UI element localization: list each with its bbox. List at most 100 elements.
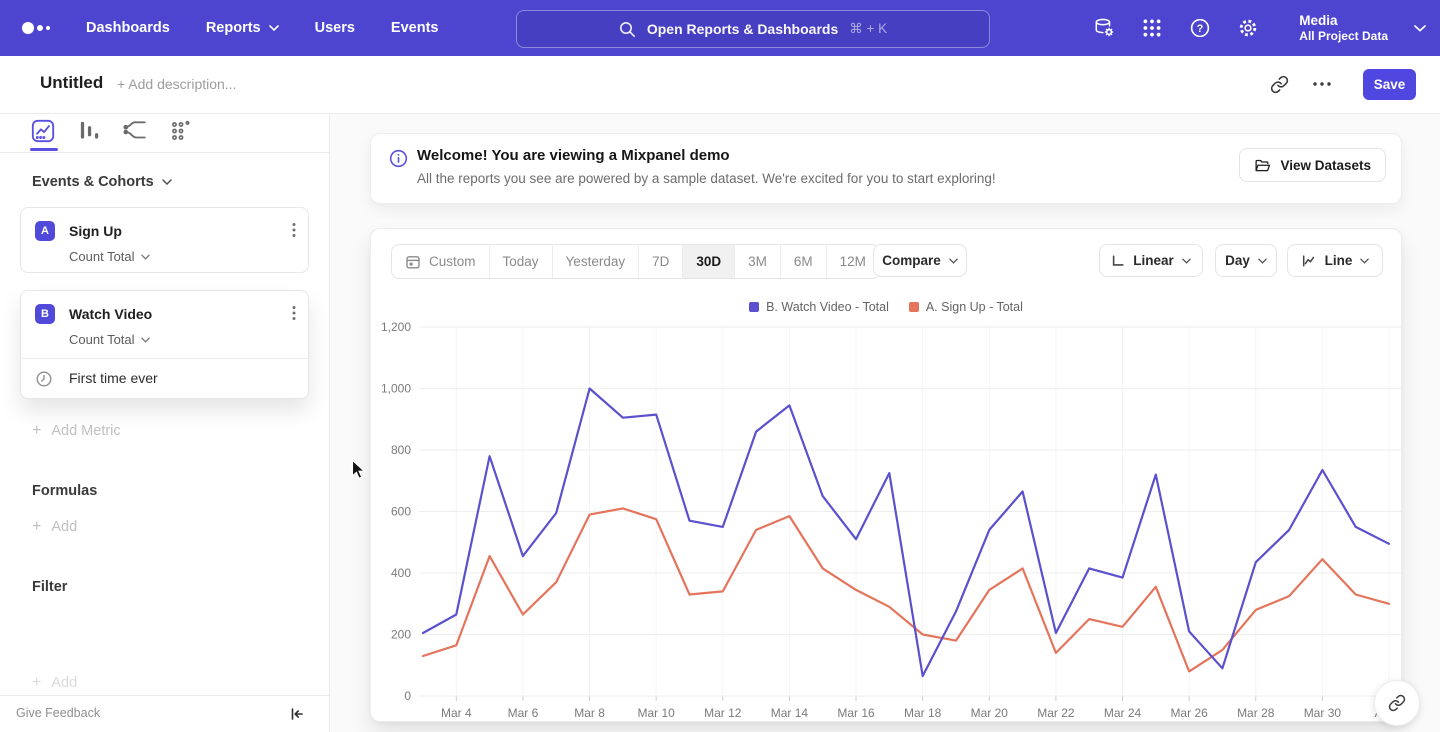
add-metric-label: Add Metric xyxy=(51,423,120,439)
range-30d[interactable]: 30D xyxy=(682,245,734,278)
x-tick-label: Mar 24 xyxy=(1104,706,1142,720)
formulas-label: Formulas xyxy=(32,483,97,499)
range-12m[interactable]: 12M xyxy=(826,245,879,278)
chevron-down-icon xyxy=(1258,258,1267,264)
legend-watch-video[interactable]: B. Watch Video - Total xyxy=(749,300,889,314)
nav-dashboards[interactable]: Dashboards xyxy=(86,20,170,36)
tab-funnels-icon[interactable] xyxy=(76,118,102,144)
aggregation-label: Count Total xyxy=(69,249,135,264)
info-icon xyxy=(389,149,408,168)
interval-selector-button[interactable]: Day xyxy=(1215,244,1277,277)
chevron-down-icon xyxy=(949,258,958,264)
calendar-icon xyxy=(405,254,421,270)
range-7d[interactable]: 7D xyxy=(638,245,682,278)
metric-badge-b: B xyxy=(35,304,55,324)
aggregation-selector[interactable]: Count Total xyxy=(69,249,150,264)
metric-card-watch-video[interactable]: B Watch Video Count Total First time eve… xyxy=(20,290,309,399)
x-tick-label: Mar 8 xyxy=(574,706,605,720)
chart-type-selector-button[interactable]: Line xyxy=(1287,244,1383,277)
active-tab-indicator xyxy=(30,148,58,151)
range-6m[interactable]: 6M xyxy=(780,245,826,278)
global-search-input[interactable]: Open Reports & Dashboards ⌘ + K xyxy=(516,10,990,48)
legend-swatch xyxy=(749,302,759,312)
metric-name: Sign Up xyxy=(69,223,122,239)
report-type-tabs xyxy=(0,114,329,153)
data-management-icon[interactable] xyxy=(1093,17,1115,39)
collapse-sidebar-icon[interactable] xyxy=(289,706,305,722)
report-title[interactable]: Untitled xyxy=(40,73,103,93)
metric-menu-icon[interactable] xyxy=(292,222,296,238)
legend-sign-up[interactable]: A. Sign Up - Total xyxy=(909,300,1023,314)
logo-dot xyxy=(46,26,50,30)
view-datasets-button[interactable]: View Datasets xyxy=(1239,148,1386,182)
apps-grid-icon[interactable] xyxy=(1141,17,1163,39)
metric-card-sign-up[interactable]: A Sign Up Count Total xyxy=(20,207,309,273)
y-tick-label: 1,000 xyxy=(381,382,411,396)
first-time-ever-label: First time ever xyxy=(69,370,158,386)
tab-flows-icon[interactable] xyxy=(122,118,148,144)
plus-icon: + xyxy=(32,520,41,534)
scale-selector-button[interactable]: Linear xyxy=(1099,244,1203,277)
logo-dot xyxy=(22,22,34,34)
svg-text:?: ? xyxy=(1197,23,1204,35)
events-cohorts-label: Events & Cohorts xyxy=(32,174,154,190)
x-tick-label: Mar 6 xyxy=(508,706,539,720)
add-metric-button[interactable]: + Add Metric xyxy=(32,423,121,439)
metric-name: Watch Video xyxy=(69,306,152,322)
x-tick-label: Mar 16 xyxy=(837,706,875,720)
banner-subtitle: All the reports you see are powered by a… xyxy=(417,171,996,186)
give-feedback-link[interactable]: Give Feedback xyxy=(16,706,100,720)
add-formula-label: Add xyxy=(51,519,77,535)
link-icon xyxy=(1388,694,1406,712)
copy-link-icon[interactable] xyxy=(1270,75,1289,94)
help-icon[interactable]: ? xyxy=(1189,17,1211,39)
nav-users[interactable]: Users xyxy=(315,20,355,36)
query-builder-sidebar: Events & Cohorts A Sign Up Count Total B… xyxy=(0,114,330,732)
events-cohorts-header[interactable]: Events & Cohorts xyxy=(32,174,172,190)
plus-icon: + xyxy=(32,424,41,438)
range-label: Custom xyxy=(429,254,476,269)
line-chart[interactable]: Mar 4Mar 6Mar 8Mar 10Mar 12Mar 14Mar 16M… xyxy=(377,319,1403,721)
range-custom[interactable]: Custom xyxy=(392,245,489,278)
chart-legend: B. Watch Video - Total A. Sign Up - Tota… xyxy=(371,300,1401,314)
x-tick-label: Mar 4 xyxy=(441,706,472,720)
chart-panel: Custom Today Yesterday 7D 30D 3M 6M 12M … xyxy=(370,228,1402,722)
add-filter-button[interactable]: + Add xyxy=(32,675,77,691)
plus-icon: + xyxy=(32,676,41,690)
compare-button[interactable]: Compare xyxy=(873,244,967,277)
nav-reports[interactable]: Reports xyxy=(206,20,279,36)
more-options-icon[interactable] xyxy=(1313,82,1331,86)
scale-label: Linear xyxy=(1133,253,1174,268)
aggregation-selector[interactable]: Count Total xyxy=(69,332,150,347)
clock-icon xyxy=(35,370,53,388)
top-navbar: Dashboards Reports Users Events Open Rep… xyxy=(0,0,1440,56)
settings-gear-icon[interactable] xyxy=(1237,17,1259,39)
range-3m[interactable]: 3M xyxy=(734,245,780,278)
tab-retention-icon[interactable] xyxy=(168,118,194,144)
chevron-down-icon xyxy=(1182,258,1191,264)
compare-label: Compare xyxy=(882,253,941,268)
x-tick-label: Mar 14 xyxy=(771,706,809,720)
demo-welcome-banner: Welcome! You are viewing a Mixpanel demo… xyxy=(370,133,1402,204)
tab-insights-icon[interactable] xyxy=(30,118,56,144)
interval-label: Day xyxy=(1225,253,1250,268)
report-description-placeholder[interactable]: + Add description... xyxy=(117,76,236,92)
range-yesterday[interactable]: Yesterday xyxy=(552,245,639,278)
range-today[interactable]: Today xyxy=(489,245,552,278)
mixpanel-logo[interactable] xyxy=(22,22,50,34)
nav-events[interactable]: Events xyxy=(391,20,439,36)
first-time-ever-option[interactable]: First time ever xyxy=(21,358,308,399)
sidebar-footer: Give Feedback xyxy=(0,695,329,732)
report-header-bar: Untitled + Add description... Save xyxy=(0,56,1440,114)
add-formula-button[interactable]: + Add xyxy=(32,519,77,535)
save-button[interactable]: Save xyxy=(1363,69,1416,100)
mouse-cursor xyxy=(351,459,367,481)
x-tick-label: Mar 28 xyxy=(1237,706,1275,720)
project-switcher[interactable]: Media All Project Data xyxy=(1299,13,1388,44)
filter-header: Filter xyxy=(32,579,67,595)
aggregation-label: Count Total xyxy=(69,332,135,347)
x-tick-label: Mar 10 xyxy=(637,706,675,720)
share-link-fab[interactable] xyxy=(1374,680,1420,726)
metric-menu-icon[interactable] xyxy=(292,305,296,321)
chevron-down-icon[interactable] xyxy=(1414,25,1426,32)
